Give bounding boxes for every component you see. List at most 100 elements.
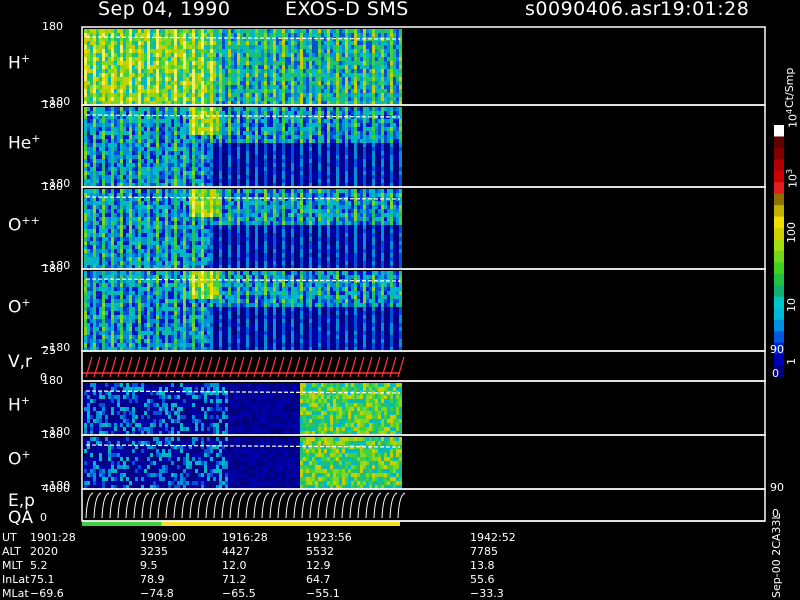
spectro-cell — [108, 217, 111, 221]
spectro-cell — [99, 205, 102, 209]
spectro-cell — [213, 33, 216, 37]
spectro-cell — [336, 107, 339, 111]
spectro-cell — [114, 81, 117, 85]
spectro-cell — [381, 131, 384, 135]
spectro-cell — [276, 41, 279, 45]
spectro-cell — [384, 163, 387, 167]
spectro-cell — [270, 93, 273, 97]
spectro-cell — [297, 49, 300, 53]
spectro-cell — [177, 249, 180, 253]
spectro-cell — [123, 119, 126, 123]
spectro-cell — [168, 241, 171, 245]
spectro-cell — [222, 107, 225, 111]
spectro-cell — [177, 53, 180, 57]
spectro-cell — [174, 41, 177, 45]
spectro-cell — [288, 155, 291, 159]
spectro-cell — [192, 65, 195, 69]
spectro-cell — [306, 147, 309, 151]
spectro-cell — [141, 107, 144, 111]
spectro-cell — [240, 155, 243, 159]
spectro-cell — [360, 151, 363, 155]
spectro-cell — [195, 241, 198, 245]
spectro-cell — [330, 57, 333, 61]
spectro-cell — [312, 107, 315, 111]
spectro-cell — [354, 33, 357, 37]
spectro-cell — [285, 171, 288, 175]
spectro-cell — [285, 93, 288, 97]
spectro-cell — [84, 179, 87, 183]
spectro-cell — [339, 119, 342, 123]
spectro-cell — [150, 229, 153, 233]
spectro-cell — [213, 69, 216, 73]
spectro-cell — [252, 155, 255, 159]
spectro-cell — [195, 151, 198, 155]
spectro-cell — [153, 53, 156, 57]
spectro-cell — [147, 245, 150, 249]
spectro-cell — [321, 61, 324, 65]
spectro-cell — [357, 123, 360, 127]
spectro-cell — [162, 127, 165, 131]
spectro-cell — [201, 127, 204, 131]
spectro-cell — [273, 111, 276, 115]
spectro-cell — [231, 143, 234, 147]
spectro-cell — [372, 69, 375, 73]
spectro-cell — [90, 175, 93, 179]
spectro-cell — [147, 257, 150, 261]
spectro-cell — [282, 135, 285, 139]
spectro-cell — [315, 171, 318, 175]
spectro-cell — [348, 107, 351, 111]
spectro-cell — [360, 77, 363, 81]
spectro-cell — [231, 77, 234, 81]
spectro-cell — [87, 151, 90, 155]
spectro-cell — [162, 33, 165, 37]
spectro-cell — [222, 175, 225, 179]
spectro-cell — [111, 123, 114, 127]
spectro-cell — [363, 143, 366, 147]
spectro-cell — [162, 233, 165, 237]
spectro-cell — [87, 29, 90, 33]
spectro-cell — [351, 77, 354, 81]
spectro-cell — [117, 85, 120, 89]
spectro-cell — [231, 151, 234, 155]
spectro-cell — [264, 85, 267, 89]
spectro-cell — [336, 89, 339, 93]
spectro-cell — [258, 135, 261, 139]
spectro-cell — [186, 217, 189, 221]
spectro-cell — [183, 245, 186, 249]
spectro-cell — [285, 143, 288, 147]
spectro-cell — [384, 97, 387, 101]
spectro-cell — [273, 57, 276, 61]
spectro-cell — [117, 123, 120, 127]
spectro-cell — [132, 249, 135, 253]
spectro-cell — [390, 85, 393, 89]
spectro-cell — [258, 81, 261, 85]
spectro-cell — [354, 163, 357, 167]
spectro-cell — [399, 179, 402, 183]
spectro-cell — [270, 155, 273, 159]
spectro-cell — [234, 163, 237, 167]
spectro-cell — [273, 89, 276, 93]
spectro-cell — [120, 69, 123, 73]
spectro-cell — [321, 175, 324, 179]
spectro-cell — [162, 249, 165, 253]
spectro-cell — [231, 171, 234, 175]
spectro-cell — [144, 201, 147, 205]
spectro-cell — [255, 29, 258, 33]
spectro-cell — [99, 155, 102, 159]
spectro-cell — [315, 167, 318, 171]
spectro-cell — [336, 151, 339, 155]
spectro-cell — [198, 69, 201, 73]
spectro-cell — [321, 29, 324, 33]
spectro-cell — [327, 131, 330, 135]
spectro-cell — [144, 57, 147, 61]
spectro-cell — [192, 167, 195, 171]
spectro-cell — [240, 73, 243, 77]
spectro-cell — [117, 221, 120, 225]
spectro-cell — [141, 245, 144, 249]
spectro-cell — [108, 257, 111, 261]
spectro-cell — [210, 237, 213, 241]
spectro-cell — [330, 81, 333, 85]
spectro-cell — [222, 57, 225, 61]
spectro-cell — [114, 33, 117, 37]
spectro-cell — [255, 33, 258, 37]
